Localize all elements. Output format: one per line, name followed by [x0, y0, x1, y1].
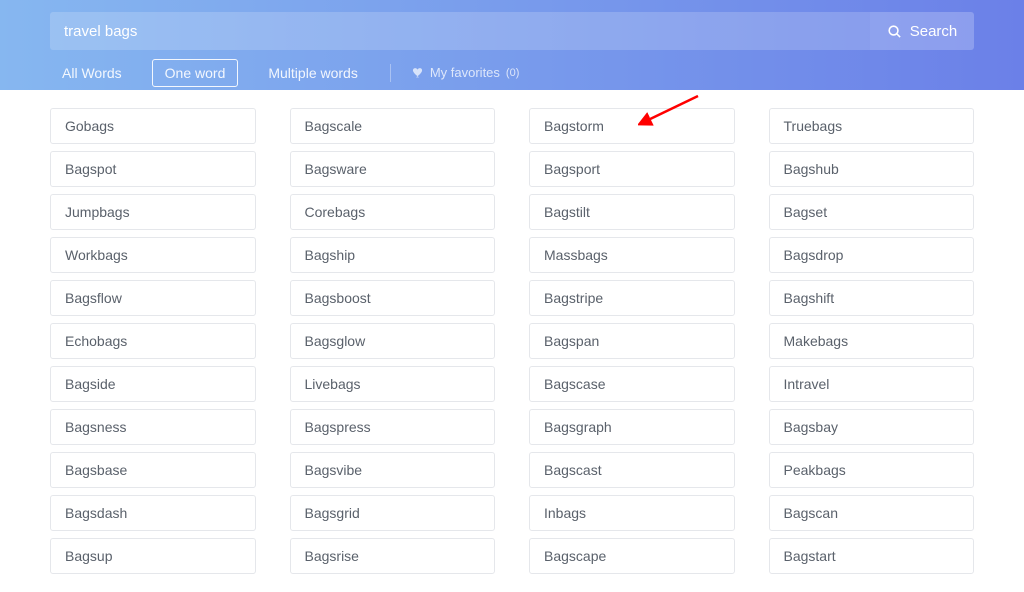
tab-multiple-words[interactable]: Multiple words — [256, 60, 369, 86]
result-item[interactable]: Bagsboost — [290, 280, 496, 316]
result-item[interactable]: Bagshift — [769, 280, 975, 316]
my-favorites-link[interactable]: My favorites (0) — [411, 65, 520, 80]
results-grid: Gobags Bagspot Jumpbags Workbags Bagsflo… — [0, 90, 1024, 592]
result-item[interactable]: Bagscan — [769, 495, 975, 531]
result-column-1: Gobags Bagspot Jumpbags Workbags Bagsflo… — [50, 108, 256, 574]
result-item[interactable]: Corebags — [290, 194, 496, 230]
result-item[interactable]: Workbags — [50, 237, 256, 273]
result-item[interactable]: Bagsgraph — [529, 409, 735, 445]
result-item[interactable]: Livebags — [290, 366, 496, 402]
result-item[interactable]: Bagspan — [529, 323, 735, 359]
result-item[interactable]: Bagsness — [50, 409, 256, 445]
result-item[interactable]: Bagsflow — [50, 280, 256, 316]
result-item[interactable]: Bagscape — [529, 538, 735, 574]
heart-icon — [411, 66, 424, 79]
search-icon — [887, 24, 902, 39]
result-item[interactable]: Makebags — [769, 323, 975, 359]
result-item[interactable]: Bagsport — [529, 151, 735, 187]
result-item[interactable]: Bagstripe — [529, 280, 735, 316]
result-item[interactable]: Bagspress — [290, 409, 496, 445]
result-item[interactable]: Bagside — [50, 366, 256, 402]
result-item[interactable]: Bagsbase — [50, 452, 256, 488]
result-column-4: Truebags Bagshub Bagset Bagsdrop Bagshif… — [769, 108, 975, 574]
result-item[interactable]: Bagscase — [529, 366, 735, 402]
result-item[interactable]: Bagsdash — [50, 495, 256, 531]
result-item[interactable]: Bagstorm — [529, 108, 735, 144]
tab-one-word[interactable]: One word — [152, 59, 239, 87]
result-item[interactable]: Bagsrise — [290, 538, 496, 574]
result-item[interactable]: Bagspot — [50, 151, 256, 187]
result-item[interactable]: Peakbags — [769, 452, 975, 488]
tab-divider — [390, 64, 391, 82]
result-item[interactable]: Bagsdrop — [769, 237, 975, 273]
result-item[interactable]: Gobags — [50, 108, 256, 144]
tab-all-words[interactable]: All Words — [50, 60, 134, 86]
result-item[interactable]: Bagscast — [529, 452, 735, 488]
result-item[interactable]: Intravel — [769, 366, 975, 402]
result-item[interactable]: Jumpbags — [50, 194, 256, 230]
result-item[interactable]: Bagset — [769, 194, 975, 230]
result-item[interactable]: Inbags — [529, 495, 735, 531]
result-item[interactable]: Truebags — [769, 108, 975, 144]
result-item[interactable]: Bagsware — [290, 151, 496, 187]
result-item[interactable]: Bagsgrid — [290, 495, 496, 531]
search-button-label: Search — [910, 23, 958, 40]
favorites-label: My favorites — [430, 65, 500, 80]
result-column-3: Bagstorm Bagsport Bagstilt Massbags Bags… — [529, 108, 735, 574]
result-item[interactable]: Bagscale — [290, 108, 496, 144]
result-column-2: Bagscale Bagsware Corebags Bagship Bagsb… — [290, 108, 496, 574]
favorites-count: (0) — [506, 67, 519, 79]
result-item[interactable]: Bagsup — [50, 538, 256, 574]
result-item[interactable]: Massbags — [529, 237, 735, 273]
result-item[interactable]: Bagsvibe — [290, 452, 496, 488]
result-item[interactable]: Bagsbay — [769, 409, 975, 445]
search-input[interactable] — [50, 12, 870, 50]
result-item[interactable]: Bagstart — [769, 538, 975, 574]
result-item[interactable]: Bagsglow — [290, 323, 496, 359]
result-item[interactable]: Bagship — [290, 237, 496, 273]
search-button[interactable]: Search — [870, 12, 974, 50]
result-item[interactable]: Echobags — [50, 323, 256, 359]
result-item[interactable]: Bagstilt — [529, 194, 735, 230]
result-item[interactable]: Bagshub — [769, 151, 975, 187]
